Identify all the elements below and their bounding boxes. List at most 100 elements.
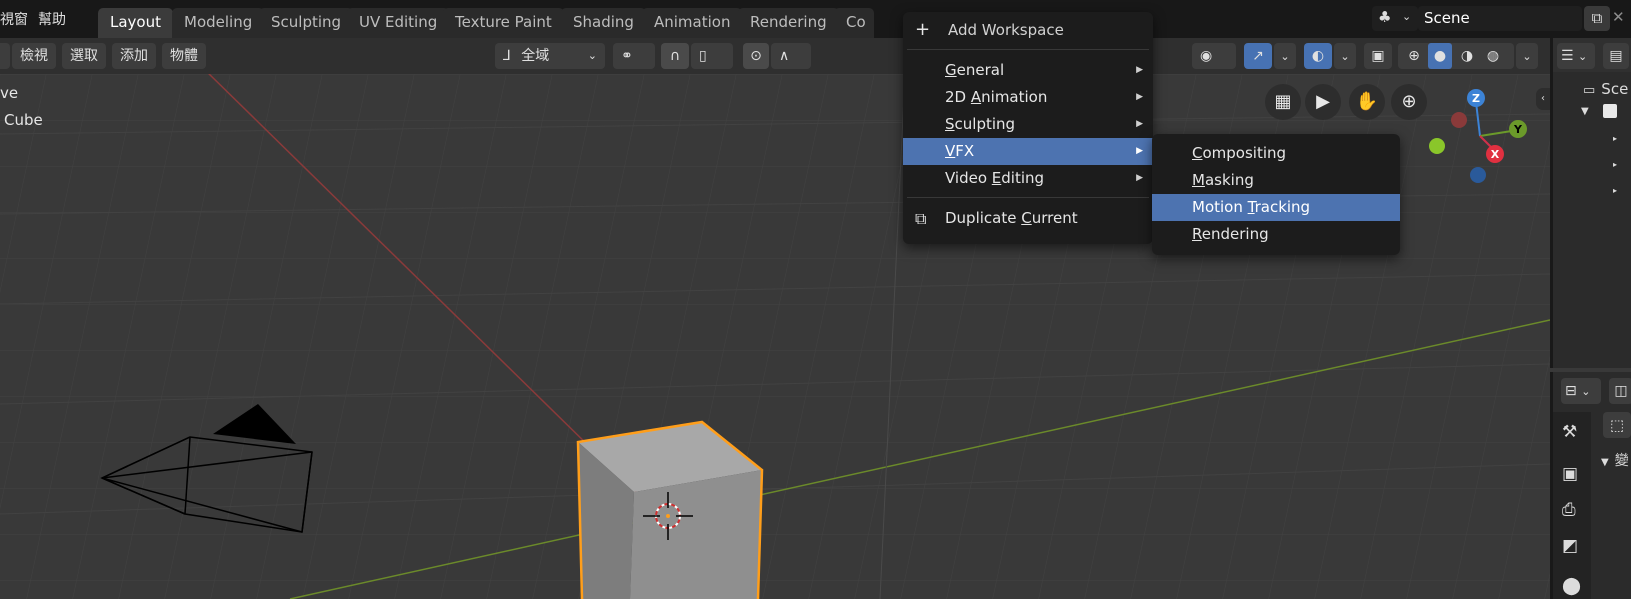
expand-arrow-icon[interactable]: ▸: [1613, 160, 1617, 169]
output-tab-icon[interactable]: ⎙: [1562, 500, 1576, 520]
proportional-editing-toggle[interactable]: ⊙: [743, 43, 769, 69]
shading-dropdown[interactable]: ⌄: [1516, 43, 1538, 69]
outliner-panel: ☰ ⌄ ▤ ▭ Sce ▼ ▸ ▸ ▸: [1550, 38, 1631, 368]
material-shading-icon[interactable]: ◑: [1456, 43, 1478, 69]
chevron-down-icon: ⌄: [587, 49, 597, 62]
plus-icon: +: [915, 19, 931, 40]
menu-item-sculpting[interactable]: Sculpting ▶: [903, 111, 1153, 138]
scene-collection-row[interactable]: ▭ Sce: [1583, 80, 1628, 98]
menu-add[interactable]: 添加: [112, 43, 156, 69]
snap-target-icon: ▯: [699, 48, 707, 64]
menu-item-vfx[interactable]: VFX ▶: [903, 138, 1153, 165]
rendered-shading-icon[interactable]: ◍: [1482, 43, 1504, 69]
falloff-dropdown[interactable]: ∧: [771, 43, 811, 69]
scene-selector-button[interactable]: ♣ ⌄: [1372, 6, 1418, 31]
tab-rendering[interactable]: Rendering: [738, 8, 839, 38]
xray-toggle[interactable]: ▣: [1364, 43, 1392, 69]
overlays-dropdown[interactable]: ⌄: [1334, 43, 1356, 69]
solid-shading-icon[interactable]: ●: [1428, 43, 1452, 69]
submenu-arrow-icon: ▶: [1136, 173, 1143, 183]
submenu-item-rendering[interactable]: Rendering: [1152, 221, 1400, 248]
gizmo-dropdown[interactable]: ⌄: [1274, 43, 1296, 69]
tool-tab-icon[interactable]: ⚒: [1562, 422, 1577, 442]
vfx-submenu: Compositing Masking Motion Tracking Rend…: [1152, 134, 1400, 255]
menu-object[interactable]: 物體: [162, 43, 206, 69]
properties-editor-type-button[interactable]: ⊟ ⌄: [1561, 378, 1601, 404]
gizmo-toggle[interactable]: ↗: [1244, 43, 1272, 69]
scene-tab-icon[interactable]: ⬤: [1562, 576, 1581, 596]
tab-compositing[interactable]: Co: [834, 8, 874, 38]
menu-item-general[interactable]: General ▶: [903, 57, 1153, 84]
submenu-arrow-icon: ▶: [1136, 65, 1143, 75]
expand-arrow-icon[interactable]: ▸: [1613, 134, 1617, 143]
submenu-item-compositing[interactable]: Compositing: [1152, 140, 1400, 167]
submenu-item-motion-tracking[interactable]: Motion Tracking: [1152, 194, 1400, 221]
magnet-icon: ∩: [669, 48, 681, 64]
grid-icon: ▦: [1274, 91, 1292, 112]
snap-toggle[interactable]: ∩: [661, 43, 689, 69]
object-type-button[interactable]: ⬚: [1603, 412, 1631, 438]
viewport-header: 檢視 選取 添加 物體 ⅃ 全域 ⌄ ⚭ ∩ ▯ ⊙ ∧ ◉ ↗ ⌄ ◐ ⌄ ▣…: [0, 38, 1550, 74]
tab-texture-paint[interactable]: Texture Paint: [443, 8, 564, 38]
gizmo-z-label: Z: [1472, 92, 1480, 105]
camera-view-button[interactable]: ▶: [1305, 84, 1341, 120]
add-workspace-header: + Add Workspace: [903, 17, 1153, 44]
tab-uv-editing[interactable]: UV Editing: [347, 8, 450, 38]
menu-select[interactable]: 選取: [62, 43, 106, 69]
view-layer-tab-icon[interactable]: ◩: [1562, 536, 1578, 556]
transform-orientation-value: 全域: [521, 48, 550, 64]
properties-section-header[interactable]: ▼ 變: [1601, 450, 1629, 470]
overlays-toggle[interactable]: ◐: [1304, 43, 1332, 69]
zoom-view-button[interactable]: ⊕: [1391, 84, 1427, 120]
menu-item-2d-animation[interactable]: 2D Animation ▶: [903, 84, 1153, 111]
collection-checkbox[interactable]: [1603, 104, 1617, 118]
sidebar-toggle-button[interactable]: ‹: [1536, 88, 1550, 110]
viewport-mode-text: ve: [0, 84, 19, 102]
close-icon[interactable]: ✕: [1612, 8, 1625, 26]
snap-target-dropdown[interactable]: ▯: [691, 43, 733, 69]
falloff-curve-icon: ∧: [779, 48, 790, 64]
pan-view-button[interactable]: ✋: [1349, 84, 1385, 120]
cube-object[interactable]: [576, 420, 764, 599]
toggle-camera-ortho-button[interactable]: ▦: [1265, 84, 1301, 120]
submenu-item-masking[interactable]: Masking: [1152, 167, 1400, 194]
section-label: 變: [1614, 453, 1629, 469]
tab-sculpting[interactable]: Sculpting: [259, 8, 354, 38]
menu-help[interactable]: 幫助: [38, 9, 66, 29]
tab-animation[interactable]: Animation: [642, 8, 743, 38]
proportional-editing-icon: ⊙: [750, 48, 762, 64]
menu-window[interactable]: 視窗: [0, 9, 28, 29]
render-tab-icon[interactable]: ▣: [1562, 464, 1578, 484]
editor-type-button[interactable]: [0, 43, 10, 69]
expand-arrow-icon[interactable]: ▼: [1581, 106, 1589, 117]
top-bar: 視窗 幫助 Layout Modeling Sculpting UV Editi…: [0, 0, 1631, 38]
visibility-dropdown[interactable]: ◉: [1192, 43, 1236, 69]
submenu-arrow-icon: ▶: [1136, 119, 1143, 129]
chevron-down-icon: ⌄: [1581, 385, 1591, 398]
submenu-arrow-icon: ▶: [1136, 146, 1143, 156]
pivot-point-dropdown[interactable]: ⚭: [613, 43, 655, 69]
scene-name-field[interactable]: Scene: [1418, 6, 1582, 31]
pin-button[interactable]: ◫: [1609, 378, 1631, 404]
menu-item-duplicate-current[interactable]: ⧉ Duplicate Current: [903, 205, 1153, 232]
properties-panel: ⊟ ⌄ ◫ ⚒ ▣ ⎙ ◩ ⬤ ⬚ ▼ 變: [1550, 372, 1631, 599]
scene-collection-icon: ▭: [1583, 83, 1596, 98]
expand-arrow-icon[interactable]: ▸: [1613, 186, 1617, 195]
tab-shading[interactable]: Shading: [561, 8, 646, 38]
tab-modeling[interactable]: Modeling: [172, 8, 265, 38]
outliner-editor-type-button[interactable]: ☰ ⌄: [1557, 43, 1595, 69]
tab-layout[interactable]: Layout: [98, 8, 173, 38]
menu-item-video-editing[interactable]: Video Editing ▶: [903, 165, 1153, 192]
wireframe-shading-icon[interactable]: ⊕: [1403, 43, 1425, 69]
new-scene-button[interactable]: ⧉: [1584, 6, 1610, 31]
duplicate-icon: ⧉: [915, 209, 927, 228]
chevron-left-icon: ‹: [1541, 93, 1545, 104]
gizmo-icon: ↗: [1252, 48, 1264, 64]
menu-view[interactable]: 檢視: [12, 43, 56, 69]
chevron-down-icon: ⌄: [1280, 50, 1290, 63]
display-mode-button[interactable]: ▤: [1603, 43, 1629, 69]
hand-icon: ✋: [1355, 91, 1379, 112]
transform-orientation-dropdown[interactable]: ⅃ 全域 ⌄: [495, 43, 605, 69]
outliner-icon: ☰: [1561, 48, 1574, 64]
pin-icon: ◫: [1614, 383, 1628, 399]
